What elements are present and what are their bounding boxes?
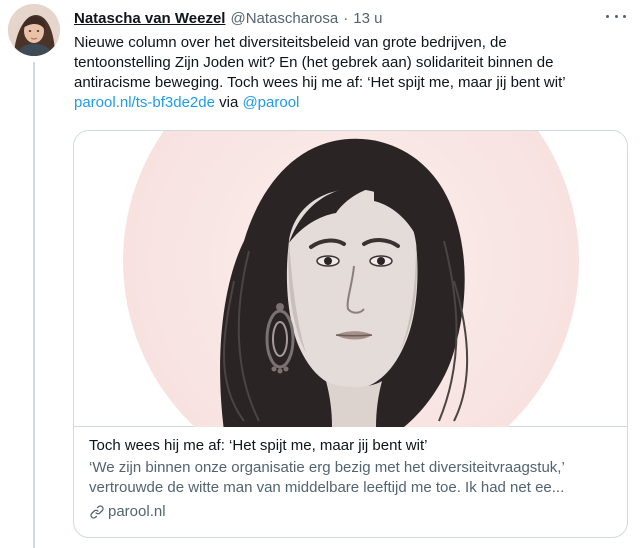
author-handle[interactable]: @Natascharosa <box>230 10 338 27</box>
card-title: Toch wees hij me af: ‘Het spijt me, maar… <box>89 437 428 454</box>
author-display-name[interactable]: Natascha van Weezel <box>74 10 225 27</box>
link-icon <box>90 505 104 519</box>
tweet-text-line: antiracisme beweging. Toch wees hij me a… <box>74 74 566 91</box>
separator-dot: · <box>343 9 349 27</box>
card-image <box>74 131 627 489</box>
portrait-illustration <box>123 131 579 489</box>
card-domain: parool.nl <box>89 502 617 522</box>
link-preview-card[interactable]: Toch wees hij me af: ‘Het spijt me, maar… <box>73 130 628 538</box>
tweet-text-line: tentoonstelling Zijn Joden wit? En (het … <box>74 54 554 71</box>
tweet-header: Natascha van Weezel @Natascharosa · 13 u <box>74 8 382 28</box>
card-description: ‘We zijn binnen onze organisatie erg bez… <box>89 458 617 498</box>
article-link[interactable]: parool.nl/ts-bf3de2de <box>74 94 215 111</box>
avatar[interactable] <box>8 4 60 56</box>
card-domain-text: parool.nl <box>108 503 166 520</box>
tweet[interactable]: Natascha van Weezel @Natascharosa · 13 u… <box>0 0 640 548</box>
via-text: via <box>214 94 243 111</box>
card-description-line: vertrouwde de witte man van middelbare l… <box>89 479 565 496</box>
avatar-image <box>8 4 60 56</box>
more-horizontal-icon <box>606 14 626 18</box>
tweet-text: Nieuwe column over het diversiteitsbelei… <box>74 33 630 113</box>
tweet-timestamp[interactable]: 13 u <box>353 10 382 27</box>
card-description-line: ‘We zijn binnen onze organisatie erg bez… <box>89 459 565 476</box>
more-options-button[interactable] <box>606 8 626 24</box>
tweet-text-line: Nieuwe column over het diversiteitsbelei… <box>74 34 507 51</box>
tweet-text-line: parool.nl/ts-bf3de2de via @parool <box>74 93 630 113</box>
mention-link[interactable]: @parool <box>242 94 299 111</box>
card-body: Toch wees hij me af: ‘Het spijt me, maar… <box>89 436 617 522</box>
thread-line <box>33 62 35 548</box>
